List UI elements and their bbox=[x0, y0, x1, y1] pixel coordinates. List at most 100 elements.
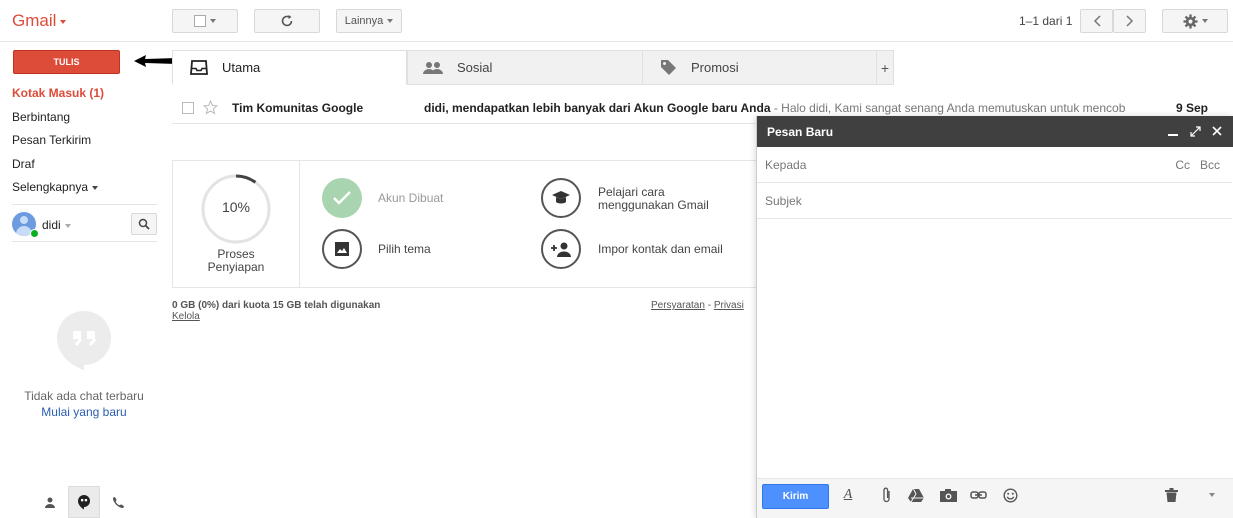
person-icon bbox=[45, 497, 55, 508]
discard-draft-button[interactable] bbox=[1162, 486, 1180, 504]
text-format-icon: A bbox=[843, 487, 853, 502]
chevron-down-icon bbox=[1209, 493, 1215, 497]
hangouts-chat-icon bbox=[78, 495, 90, 510]
tab-primary[interactable]: Utama bbox=[172, 50, 407, 85]
camera-icon bbox=[939, 488, 957, 502]
tab-label: Utama bbox=[222, 60, 261, 75]
refresh-button[interactable] bbox=[254, 9, 320, 33]
privacy-link[interactable]: Privasi bbox=[714, 300, 744, 311]
gmail-logo[interactable]: Gmail bbox=[12, 11, 67, 31]
send-button[interactable]: Kirim bbox=[762, 484, 829, 509]
insert-link-button[interactable] bbox=[969, 486, 987, 504]
tab-promotions[interactable]: Promosi bbox=[642, 50, 877, 85]
setup-progress-label: Proses Penyiapan bbox=[190, 248, 282, 274]
email-sender: Tim Komunitas Google bbox=[232, 101, 364, 115]
terms-link[interactable]: Persyaratan bbox=[651, 300, 705, 311]
expand-icon[interactable] bbox=[1190, 126, 1201, 137]
formatting-button[interactable]: A bbox=[839, 486, 857, 504]
chevron-left-icon bbox=[1093, 15, 1101, 27]
select-all-checkbox-button[interactable] bbox=[172, 9, 238, 33]
sidebar-item-label: Berbintang bbox=[12, 110, 71, 124]
cc-link[interactable]: Cc bbox=[1175, 158, 1190, 172]
tab-label: Promosi bbox=[691, 60, 739, 75]
message-body[interactable] bbox=[757, 220, 1232, 478]
chevron-down-icon bbox=[92, 185, 99, 190]
chat-start-link[interactable]: Mulai yang baru bbox=[0, 405, 168, 419]
to-field[interactable]: Kepada Cc Bcc bbox=[757, 147, 1232, 183]
compose-label: TULIS bbox=[53, 57, 80, 67]
trash-icon bbox=[1164, 488, 1178, 502]
subject-field[interactable]: Subjek bbox=[757, 183, 1232, 219]
task-learn-label-line: menggunakan Gmail bbox=[598, 198, 709, 212]
task-account-created bbox=[322, 178, 362, 218]
image-icon bbox=[335, 242, 349, 256]
page-count: 1–1 dari 1 bbox=[1019, 14, 1073, 28]
contacts-tab[interactable] bbox=[40, 492, 60, 512]
user-name: didi bbox=[42, 218, 61, 232]
sidebar-item-label: Selengkapnya bbox=[12, 180, 89, 194]
email-snippet: - Halo didi, Kami sangat senang Anda mem… bbox=[770, 101, 1126, 115]
email-date: 9 Sep bbox=[1176, 101, 1209, 115]
compose-header[interactable]: Pesan Baru bbox=[757, 116, 1233, 147]
sidebar-item-more[interactable]: Selengkapnya bbox=[12, 180, 99, 194]
header-divider bbox=[0, 41, 1233, 42]
star-icon[interactable] bbox=[203, 100, 218, 115]
insert-photo-button[interactable] bbox=[939, 486, 957, 504]
send-label: Kirim bbox=[782, 491, 809, 502]
sidebar-item-inbox[interactable]: Kotak Masuk (1) bbox=[12, 86, 104, 100]
task-choose-theme[interactable] bbox=[322, 229, 362, 269]
email-preview: didi, mendapatkan lebih banyak dari Akun… bbox=[424, 101, 1134, 115]
hangouts-icon bbox=[57, 311, 111, 370]
more-button[interactable]: Lainnya bbox=[336, 9, 402, 33]
tab-social[interactable]: Sosial bbox=[407, 50, 643, 85]
attach-button[interactable] bbox=[878, 486, 896, 504]
prev-page-button[interactable] bbox=[1080, 9, 1113, 33]
compose-button[interactable]: TULIS bbox=[13, 50, 120, 74]
task-learn-label: Pelajari cara menggunakan Gmail bbox=[598, 186, 709, 212]
task-import-contacts[interactable] bbox=[541, 229, 581, 269]
phone-icon bbox=[112, 496, 124, 508]
close-icon[interactable] bbox=[1212, 126, 1222, 136]
settings-button[interactable] bbox=[1162, 9, 1228, 33]
user-menu[interactable]: didi bbox=[42, 218, 71, 232]
footer-links: Persyaratan - Privasi bbox=[651, 300, 744, 311]
next-page-button[interactable] bbox=[1113, 9, 1146, 33]
sidebar-item-starred[interactable]: Berbintang bbox=[12, 110, 70, 124]
add-tab-button[interactable]: + bbox=[876, 50, 894, 85]
hangouts-tab[interactable] bbox=[68, 486, 100, 518]
sidebar-item-sent[interactable]: Pesan Terkirim bbox=[12, 133, 91, 147]
minimize-icon[interactable] bbox=[1168, 134, 1178, 136]
sidebar-item-label: Draf bbox=[12, 157, 35, 171]
task-import-label: Impor kontak dan email bbox=[598, 242, 723, 256]
row-checkbox[interactable] bbox=[182, 102, 194, 114]
sidebar-item-label: Kotak Masuk (1) bbox=[12, 86, 105, 100]
sidebar-item-drafts[interactable]: Draf bbox=[12, 157, 35, 171]
phone-tab[interactable] bbox=[108, 492, 128, 512]
task-learn-gmail[interactable] bbox=[541, 178, 581, 218]
smiley-icon bbox=[1002, 487, 1018, 503]
sidebar-divider bbox=[12, 241, 157, 242]
tag-icon bbox=[661, 60, 676, 75]
chevron-down-icon bbox=[387, 19, 394, 23]
graduation-cap-icon bbox=[552, 191, 570, 204]
chat-empty-text: Tidak ada chat terbaru bbox=[24, 389, 144, 403]
insert-emoji-button[interactable] bbox=[1001, 486, 1019, 504]
drive-button[interactable] bbox=[907, 486, 925, 504]
more-options-button[interactable] bbox=[1203, 486, 1221, 504]
manage-storage-link[interactable]: Kelola bbox=[172, 311, 200, 322]
chat-search-button[interactable] bbox=[131, 213, 157, 235]
online-status-icon bbox=[30, 229, 39, 238]
check-icon bbox=[333, 191, 351, 205]
bcc-link[interactable]: Bcc bbox=[1200, 158, 1220, 172]
setup-progress-value: 10% bbox=[221, 199, 251, 215]
add-person-icon bbox=[551, 242, 571, 257]
to-placeholder: Kepada bbox=[765, 157, 807, 172]
sidebar-item-label: Pesan Terkirim bbox=[12, 133, 92, 147]
task-theme-label: Pilih tema bbox=[378, 242, 431, 256]
setup-progress-divider bbox=[299, 160, 300, 288]
chevron-down-icon bbox=[210, 19, 216, 23]
more-label: Lainnya bbox=[344, 15, 384, 27]
chevron-down-icon bbox=[1201, 19, 1208, 23]
add-tab-label: + bbox=[880, 59, 890, 76]
refresh-icon bbox=[281, 15, 293, 27]
